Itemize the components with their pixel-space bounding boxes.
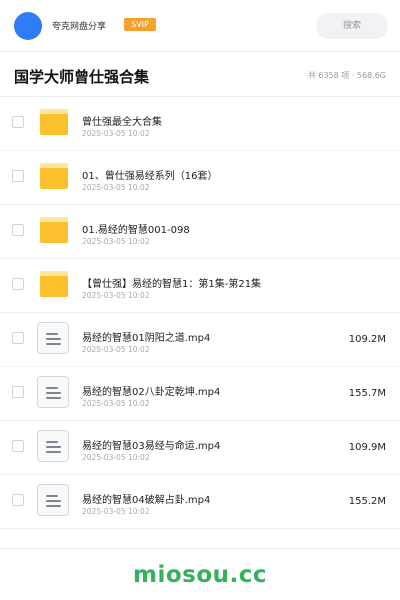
folder-row[interactable]: 【曾仕强】易经的智慧1：第1集-第21集 2025-03-05 10:02 [0,259,400,313]
avatar[interactable] [14,12,42,40]
select-checkbox[interactable] [12,116,24,128]
document-icon [37,430,69,462]
file-date: 2025-03-05 10:02 [82,291,150,300]
document-icon [37,484,69,516]
file-date: 2025-03-05 10:02 [82,507,150,516]
file-size: 109.9M [348,442,386,453]
file-date: 2025-03-05 10:02 [82,183,150,192]
select-checkbox[interactable] [12,386,24,398]
folder-icon [40,163,68,189]
folder-icon [40,217,68,243]
file-name: 01、曾仕强易经系列（16套） [82,171,218,182]
file-size: 109.2M [348,334,386,345]
file-size: 155.7M [348,388,386,399]
file-date: 2025-03-05 10:02 [82,399,150,408]
folder-icon [40,271,68,297]
file-list: 曾仕强最全大合集 2025-03-05 10:02 01、曾仕强易经系列（16套） 2… [0,97,400,529]
file-name: 易经的智慧04破解占卦.mp4 [82,495,211,506]
document-icon [37,322,69,354]
document-icon [37,376,69,408]
divider [0,548,400,549]
file-name: 01.易经的智慧001-098 [82,225,190,236]
header-bar: 夸克网盘分享 SVIP 搜索 [0,0,400,52]
file-date: 2025-03-05 10:02 [82,453,150,462]
folder-icon [40,109,68,135]
file-date: 2025-03-05 10:02 [82,237,150,246]
select-checkbox[interactable] [12,440,24,452]
file-name: 【曾仕强】易经的智慧1：第1集-第21集 [82,279,262,290]
file-name: 易经的智慧01阴阳之道.mp4 [82,333,211,344]
title-bar: 国学大师曾仕强合集 共 6358 项 · 568.6G [0,52,400,96]
folder-row[interactable]: 01、曾仕强易经系列（16套） 2025-03-05 10:02 [0,151,400,205]
file-row[interactable]: 易经的智慧03易经与命运.mp4 2025-03-05 10:02 109.9M [0,421,400,475]
file-name: 易经的智慧03易经与命运.mp4 [82,441,221,452]
select-checkbox[interactable] [12,224,24,236]
file-date: 2025-03-05 10:02 [82,345,150,354]
select-checkbox[interactable] [12,332,24,344]
svip-badge: SVIP [124,18,156,31]
file-stats: 共 6358 项 · 568.6G [307,71,386,80]
folder-row[interactable]: 曾仕强最全大合集 2025-03-05 10:02 [0,97,400,151]
select-checkbox[interactable] [12,170,24,182]
watermark-logo: miosou.cc [132,562,268,588]
file-row[interactable]: 易经的智慧02八卦定乾坤.mp4 2025-03-05 10:02 155.7M [0,367,400,421]
file-row[interactable]: 易经的智慧04破解占卦.mp4 2025-03-05 10:02 155.2M [0,475,400,529]
file-size: 155.2M [348,496,386,507]
select-checkbox[interactable] [12,278,24,290]
folder-row[interactable]: 01.易经的智慧001-098 2025-03-05 10:02 [0,205,400,259]
file-name: 易经的智慧02八卦定乾坤.mp4 [82,387,221,398]
user-name: 夸克网盘分享 [52,22,107,32]
file-row[interactable]: 易经的智慧01阴阳之道.mp4 2025-03-05 10:02 109.2M [0,313,400,367]
file-name: 曾仕强最全大合集 [82,117,162,128]
search-input[interactable]: 搜索 [316,13,388,39]
page-title: 国学大师曾仕强合集 [14,68,150,86]
file-date: 2025-03-05 10:02 [82,129,150,138]
select-checkbox[interactable] [12,494,24,506]
